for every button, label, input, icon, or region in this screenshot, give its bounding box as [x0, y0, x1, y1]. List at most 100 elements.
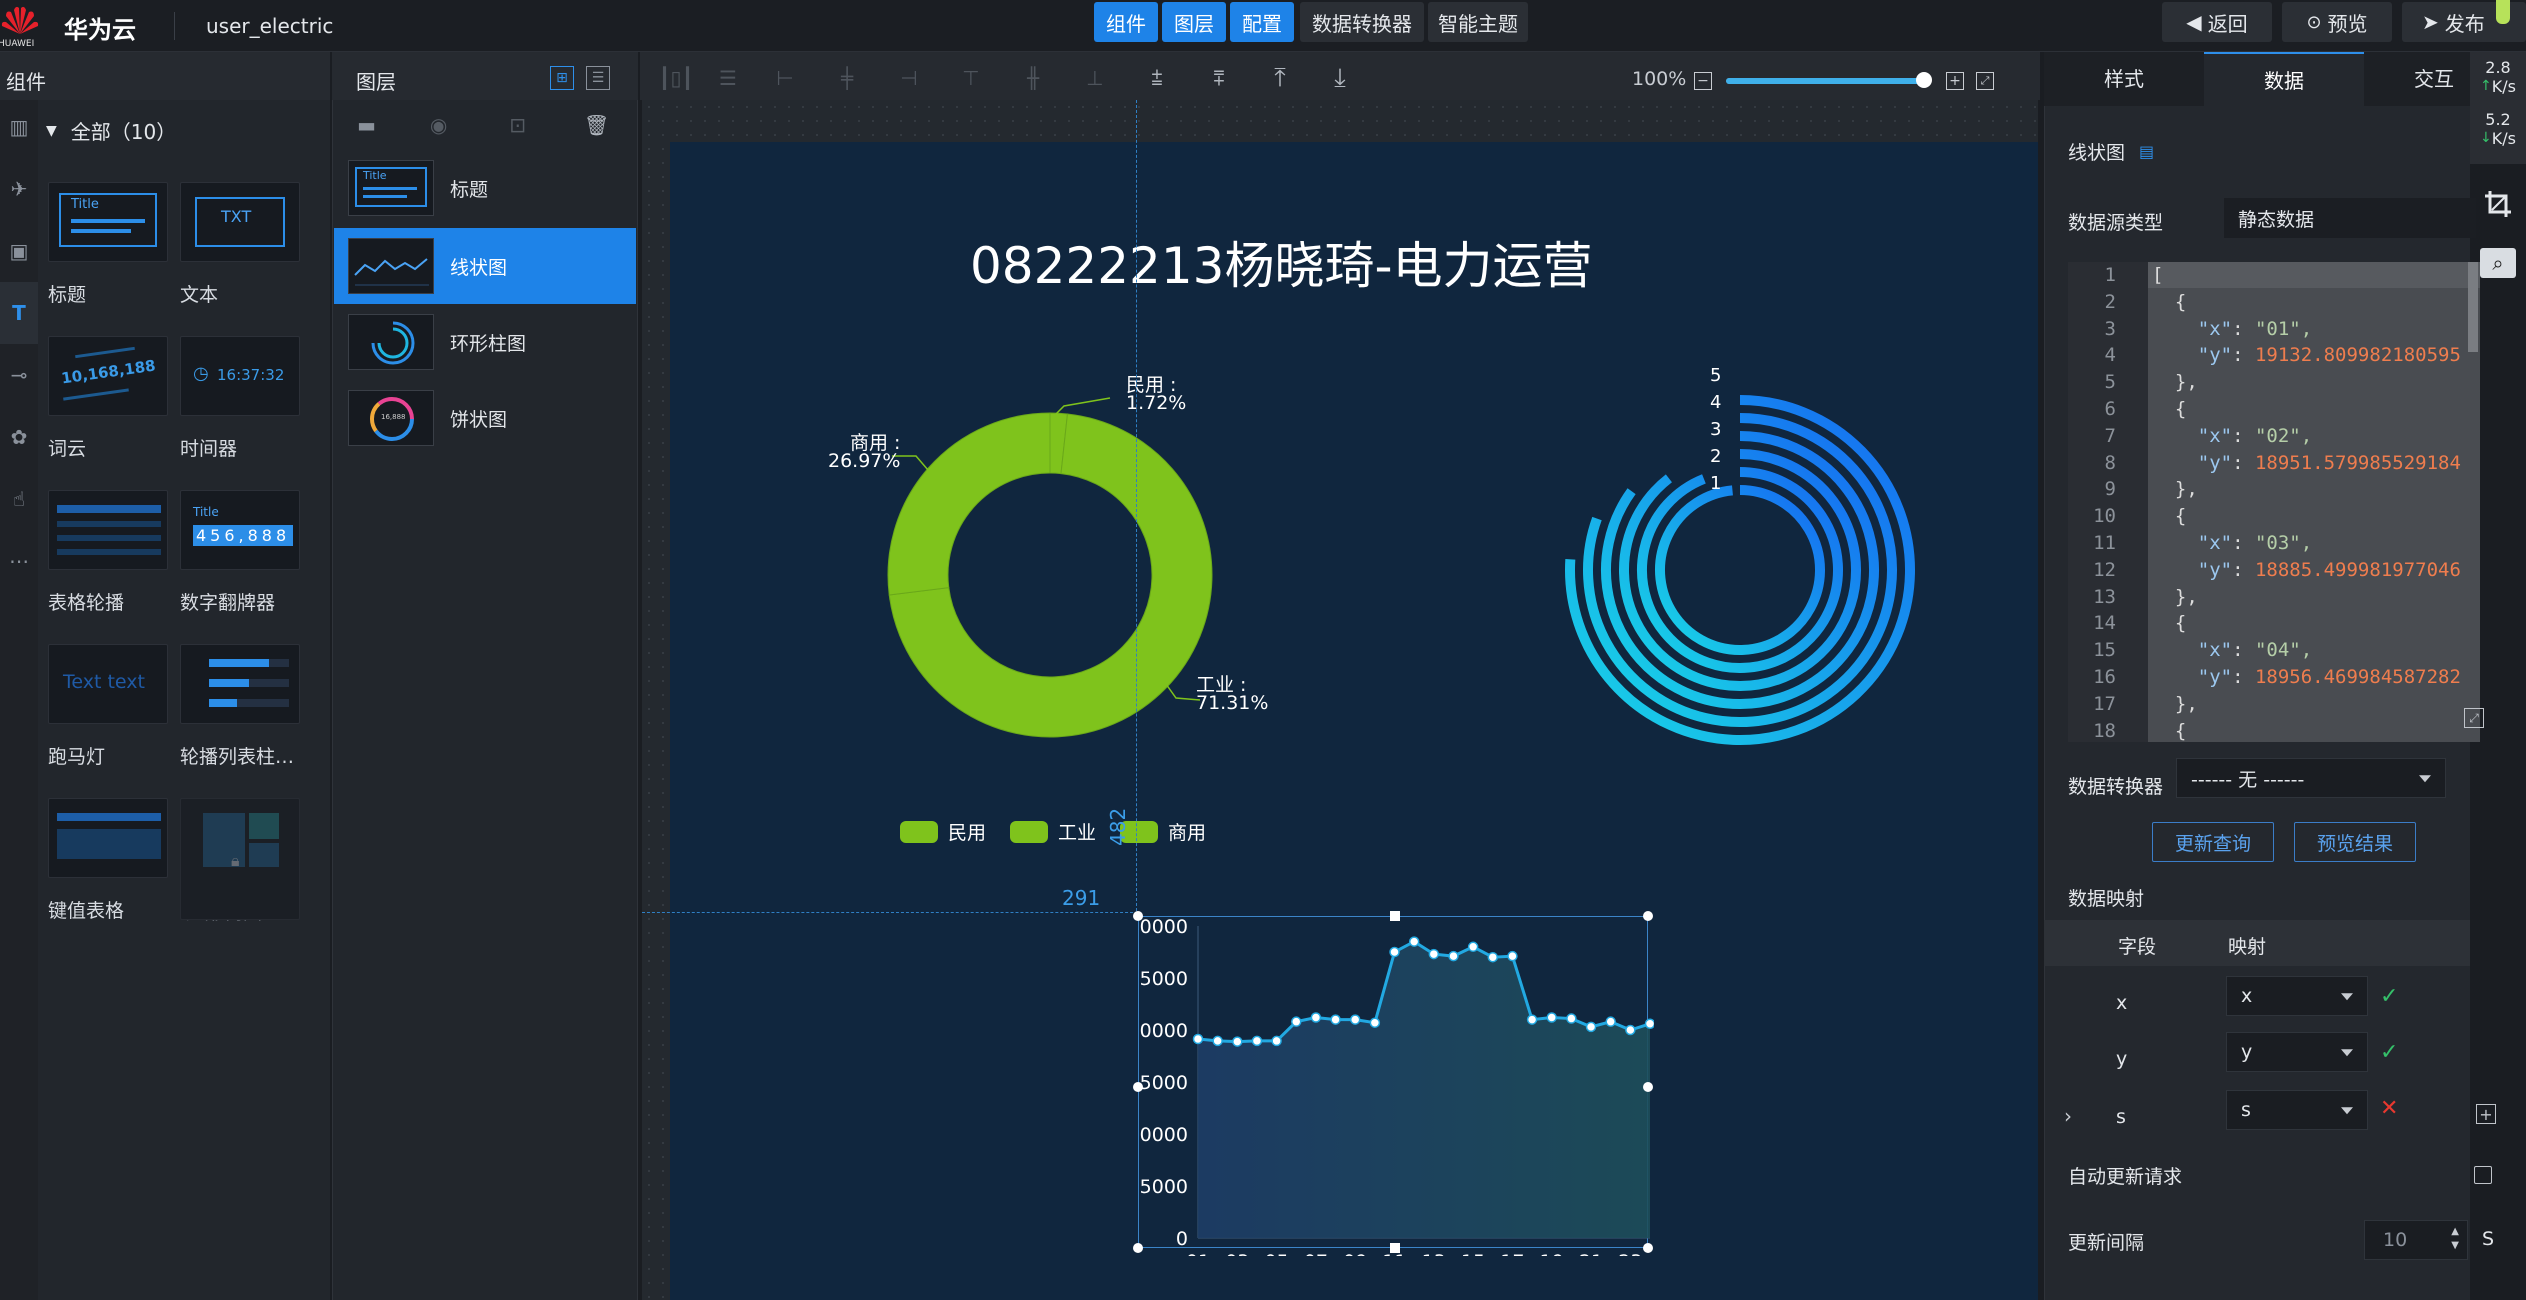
component-group-all[interactable]: ▼ 全部（10）: [46, 116, 176, 145]
mapping-select[interactable]: s: [2226, 1090, 2368, 1130]
line-chart-point-18[interactable]: [1526, 1014, 1538, 1025]
line-chart-point-09[interactable]: [1349, 1014, 1361, 1025]
update-query-button[interactable]: 更新查询: [2152, 822, 2274, 862]
radial-bar-5[interactable]: [1583, 413, 1897, 727]
line-chart-point-06[interactable]: [1291, 1016, 1302, 1027]
tab-data[interactable]: 数据: [2204, 52, 2364, 106]
visibility-icon[interactable]: ◉: [399, 113, 478, 137]
line-chart-point-04[interactable]: [1251, 1035, 1263, 1047]
interaction-category-icon[interactable]: ☝: [0, 468, 38, 530]
align-right-icon[interactable]: ⊣: [878, 66, 940, 90]
line-chart-point-15[interactable]: [1467, 941, 1479, 953]
line-chart-point-01[interactable]: [1192, 1033, 1204, 1045]
line-chart-point-22[interactable]: [1605, 1016, 1616, 1027]
component-title[interactable]: Title 标题: [48, 182, 176, 307]
tab-smart-theme[interactable]: 智能主题: [1428, 2, 1528, 42]
add-mapping-button[interactable]: +: [2476, 1104, 2496, 1124]
donut-chart[interactable]: [800, 360, 1300, 800]
tab-config[interactable]: 配置: [1230, 2, 1294, 42]
radial-bar-2[interactable]: [1637, 467, 1843, 673]
radial-bar-chart[interactable]: [1520, 350, 1960, 790]
tab-style[interactable]: 样式: [2044, 52, 2204, 106]
code-scrollbar[interactable]: [2468, 262, 2478, 352]
send-to-back-icon[interactable]: ⤓: [1310, 63, 1370, 94]
line-chart-point-11[interactable]: [1389, 946, 1400, 958]
line-chart-point-19[interactable]: [1546, 1012, 1557, 1023]
resize-handle-e[interactable]: [1643, 1082, 1653, 1092]
legend-swatch-industrial[interactable]: [1010, 820, 1049, 843]
doc-icon[interactable]: ▤: [2139, 142, 2154, 161]
move-down-icon[interactable]: ⩱: [1188, 66, 1250, 90]
back-button[interactable]: ◀ 返回: [2162, 2, 2272, 42]
line-chart-point-07[interactable]: [1310, 1012, 1322, 1023]
line-chart-point-20[interactable]: [1566, 1013, 1577, 1024]
layer-item-pie[interactable]: 16,888 饼状图: [334, 380, 636, 456]
component-treemap[interactable]: 🔒︎ 矩形树图: [180, 798, 308, 925]
zoom-slider-handle[interactable]: [1916, 72, 1932, 88]
resize-handle-s[interactable]: [1390, 1243, 1400, 1253]
component-timer[interactable]: ◷ 16:37:32 时间器: [180, 336, 308, 461]
delete-icon[interactable]: 🗑︎: [557, 113, 636, 137]
line-chart-point-16[interactable]: [1487, 951, 1499, 963]
text-category-icon[interactable]: T: [0, 282, 38, 344]
align-left-icon[interactable]: ⊢: [754, 66, 816, 90]
floating-crop-button[interactable]: [2478, 184, 2518, 224]
line-chart-point-23[interactable]: [1625, 1024, 1636, 1036]
zoom-slider-track[interactable]: [1726, 78, 1926, 84]
map-category-icon[interactable]: ✈: [0, 158, 38, 220]
line-chart-point-14[interactable]: [1448, 950, 1459, 962]
move-up-icon[interactable]: ⩲: [1126, 66, 1188, 90]
component-marquee[interactable]: Text text 跑马灯: [48, 644, 176, 769]
resize-handle-ne[interactable]: [1643, 911, 1653, 921]
line-chart-point-13[interactable]: [1428, 948, 1440, 960]
mapping-select[interactable]: y: [2226, 1032, 2368, 1072]
component-carousel-bar[interactable]: 轮播列表柱…: [180, 644, 308, 769]
distribute-horizontal-icon[interactable]: ┃▯┃: [650, 66, 702, 90]
lock-layer-icon[interactable]: ⊡: [478, 113, 557, 137]
source-type-select[interactable]: 静态数据: [2224, 198, 2476, 238]
line-chart-point-10[interactable]: [1369, 1017, 1381, 1028]
interval-input[interactable]: 10 ▲ ▼: [2364, 1220, 2468, 1260]
folder-icon[interactable]: ▬: [334, 113, 399, 137]
line-chart-point-08[interactable]: [1330, 1014, 1341, 1025]
line-chart-point-02[interactable]: [1212, 1035, 1223, 1047]
zoom-out-button[interactable]: −: [1694, 72, 1712, 90]
component-wordcloud[interactable]: 10,168,188 词云: [48, 336, 176, 461]
fit-screen-button[interactable]: ⤢: [1976, 72, 1994, 90]
layer-list-view-toggle[interactable]: ☰: [586, 66, 610, 90]
legend-swatch-civil[interactable]: [900, 820, 938, 843]
component-table-carousel[interactable]: 表格轮播: [48, 490, 176, 615]
donut-slice-商用[interactable]: [887, 412, 1051, 596]
line-chart-point-21[interactable]: [1585, 1021, 1597, 1033]
tab-data-converter[interactable]: 数据转换器: [1300, 2, 1424, 42]
layer-grid-view-toggle[interactable]: ⊞: [550, 66, 574, 90]
resize-handle-se[interactable]: [1643, 1243, 1653, 1253]
preview-result-button[interactable]: 预览结果: [2294, 822, 2416, 862]
chart-category-icon[interactable]: ▥: [0, 96, 38, 158]
relation-category-icon[interactable]: ⊸: [0, 344, 38, 406]
component-number-flip[interactable]: Title 456,888 数字翻牌器: [180, 490, 308, 615]
stepper-icon[interactable]: ▲ ▼: [2451, 1225, 2459, 1253]
floating-search-button[interactable]: ⌕: [2480, 248, 2516, 278]
line-chart-point-05[interactable]: [1271, 1035, 1282, 1047]
expand-row-icon[interactable]: ›: [2064, 1104, 2072, 1128]
resize-handle-n[interactable]: [1390, 911, 1400, 921]
align-middle-icon[interactable]: ╫: [1002, 66, 1064, 90]
auto-update-checkbox[interactable]: [2474, 1166, 2492, 1184]
align-top-icon[interactable]: ⊤: [940, 66, 1002, 90]
line-chart-point-24[interactable]: [1644, 1018, 1655, 1030]
code-expand-icon[interactable]: ⤢: [2464, 708, 2484, 728]
tab-interaction[interactable]: 交互: [2364, 52, 2470, 106]
layer-item-radial-bar[interactable]: 环形柱图: [334, 304, 636, 380]
tab-components[interactable]: 组件: [1094, 2, 1158, 42]
bring-to-front-icon[interactable]: ⤒: [1250, 63, 1310, 94]
line-chart[interactable]: 30000 25000 20000 15000 10000 5000 0 01 03 05 07 0…: [1138, 916, 1654, 1256]
layer-item-line-chart[interactable]: 线状图: [334, 228, 636, 304]
converter-select[interactable]: ------ 无 ------: [2176, 758, 2446, 798]
component-kv-table[interactable]: 键值表格: [48, 798, 176, 923]
resize-handle-w[interactable]: [1133, 1082, 1143, 1092]
align-bottom-icon[interactable]: ⊥: [1064, 66, 1126, 90]
resize-handle-nw[interactable]: [1133, 911, 1143, 921]
line-chart-point-17[interactable]: [1507, 950, 1518, 962]
align-center-h-icon[interactable]: ╪: [816, 66, 878, 90]
